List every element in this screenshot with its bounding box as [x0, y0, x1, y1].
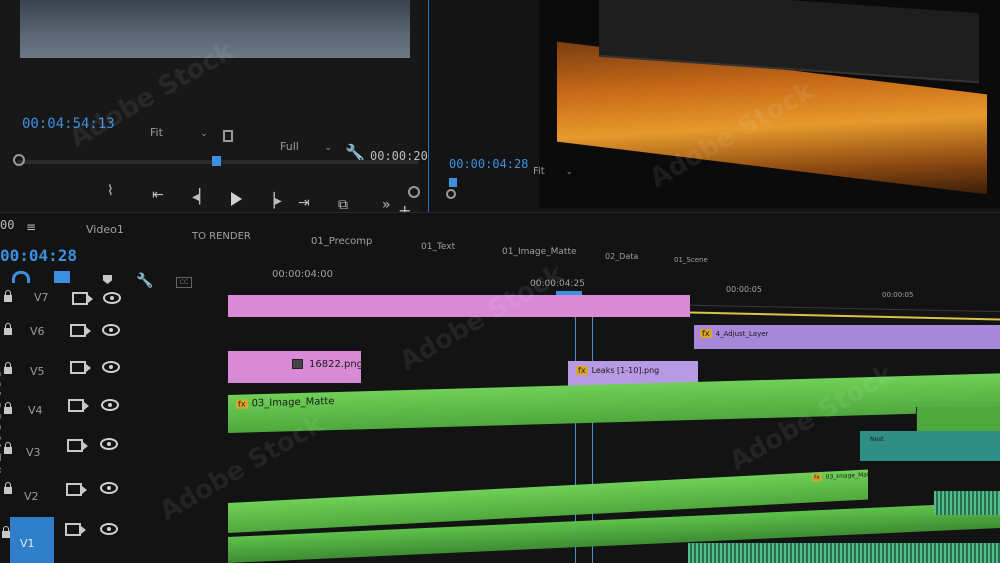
source-resolution-dropdown[interactable]: Full ⌄ [280, 140, 352, 153]
clip-png-label: 16822.png [309, 359, 364, 370]
watermark-id: #147958468 [0, 368, 5, 476]
timeline-panel: 00 ≡ 00:04:28 Video1 TO RENDER 01_Precom… [0, 212, 1000, 563]
audio-waveform [688, 543, 1000, 563]
source-monitor: 00:04:54:13 Fit ⌄ Full ⌄ 🔧 00:00:20 ⌇ ⇤ … [0, 0, 428, 219]
camera-icon[interactable] [70, 361, 91, 374]
frame-back-icon[interactable]: ◂▏ [192, 190, 210, 204]
lock-icon[interactable] [4, 290, 12, 302]
camera-icon[interactable] [72, 292, 93, 305]
track-label-v1: V1 [20, 537, 35, 550]
source-marker-icon[interactable] [223, 130, 233, 142]
mark-in-icon[interactable]: ⌇ [107, 184, 114, 198]
clip-v2-right[interactable] [934, 491, 1000, 515]
timeline-timecode[interactable]: 00:04:28 [0, 246, 77, 265]
camera-icon[interactable] [70, 324, 91, 337]
lock-icon[interactable] [4, 442, 12, 454]
camera-icon[interactable] [68, 399, 89, 412]
ruler-mark-1: 00:00:04:00 [272, 269, 334, 280]
ruler-mark-3: 00:00:05 [726, 285, 762, 294]
track-label-v5: V5 [30, 365, 45, 378]
clip-v3-nest[interactable]: Nest [860, 431, 1000, 461]
eye-icon[interactable] [102, 324, 120, 336]
clip-v5-png[interactable]: 16822.png [228, 351, 364, 383]
eye-icon[interactable] [102, 361, 120, 373]
track-label-v4: V4 [28, 404, 43, 417]
lock-icon[interactable] [4, 362, 12, 374]
source-scrub-end-handle[interactable] [408, 186, 420, 198]
add-marker-icon[interactable] [103, 275, 112, 284]
track-header-v7[interactable]: V7 [0, 285, 228, 315]
tab-01-image-matte[interactable]: 01_Image_Matte [502, 247, 577, 257]
clip-adjust-label: 4_Adjust_Layer [715, 330, 769, 338]
lock-icon[interactable] [4, 323, 12, 335]
eye-icon[interactable] [103, 292, 121, 304]
hamburger-menu-icon[interactable]: ≡ [26, 220, 36, 234]
play-icon[interactable] [231, 192, 242, 206]
track-label-v6: V6 [30, 325, 45, 338]
image-file-icon [292, 359, 303, 369]
step-forward-icon[interactable]: ⇥ [298, 196, 310, 210]
lock-icon[interactable] [4, 402, 12, 414]
tab-02-data[interactable]: 02_Data [605, 252, 638, 261]
eye-icon[interactable] [100, 438, 118, 450]
clip-v6-adjust[interactable]: fx 4_Adjust_Layer [694, 325, 1000, 349]
track-header-v5[interactable]: V5 [0, 355, 228, 389]
track-header-v3[interactable]: V3 [0, 433, 228, 471]
fx-badge-icon: fx [812, 473, 822, 482]
fx-badge-icon: fx [700, 329, 712, 338]
timeline-timecode-partial: 00 [0, 218, 15, 232]
fx-badge-icon: fx [236, 399, 248, 409]
camera-icon[interactable] [65, 523, 86, 536]
clips-area: fx 4_Adjust_Layer 16822.png fx Leaks [1-10… [228, 295, 1000, 563]
program-timecode[interactable]: 00:00:04:28 [449, 157, 528, 171]
linked-selection-icon[interactable] [54, 271, 70, 283]
track-header-v1[interactable]: V1 [0, 517, 228, 563]
chevron-down-icon: ⌄ [200, 129, 208, 139]
track-label-v3: V3 [26, 446, 41, 459]
program-fit-dropdown[interactable]: Fit ⌄ [533, 166, 573, 177]
tab-01-text[interactable]: 01_Text [421, 242, 455, 252]
fx-badge-icon: fx [576, 366, 588, 375]
more-icon[interactable]: » [382, 198, 391, 212]
clip-matte-label: 03_Image_Matte [251, 396, 335, 410]
source-playhead[interactable] [212, 156, 221, 166]
tab-to-render[interactable]: TO RENDER [192, 231, 251, 242]
source-scrub-start-handle[interactable] [13, 154, 25, 166]
clip-nest-label: Nest [870, 436, 884, 443]
lock-icon[interactable] [2, 526, 10, 538]
track-label-v7: V7 [34, 291, 49, 304]
eye-icon[interactable] [101, 399, 119, 411]
eye-icon[interactable] [100, 482, 118, 494]
tab-01-scene[interactable]: 01_Scene [674, 256, 708, 264]
clip-leaks-label: Leaks [1-10].png [591, 366, 660, 375]
track-header-v6[interactable]: V6 [0, 321, 228, 351]
insert-icon[interactable]: ⧉ [338, 198, 348, 212]
source-fit-dropdown[interactable]: Fit ⌄ [150, 126, 208, 139]
track-header-v4[interactable]: V4 [0, 393, 228, 429]
tab-video1[interactable]: Video1 [86, 223, 124, 236]
chevron-down-icon: ⌄ [324, 143, 332, 153]
chevron-down-icon: ⌄ [565, 167, 573, 176]
program-scrub-start-handle[interactable] [446, 189, 456, 199]
frame-forward-icon[interactable]: ▕▸ [264, 194, 282, 208]
program-playhead[interactable] [449, 178, 457, 187]
clip-v4-right[interactable] [916, 407, 1000, 431]
tab-01-precomp[interactable]: 01_Precomp [311, 236, 372, 247]
camera-icon[interactable] [66, 483, 87, 496]
clip-small-matte-label: 03_Image_Matte [825, 471, 876, 481]
eye-icon[interactable] [100, 523, 118, 535]
lock-icon[interactable] [4, 482, 12, 494]
camera-icon[interactable] [67, 439, 88, 452]
track-label-v2: V2 [24, 490, 39, 503]
step-back-icon[interactable]: ⇤ [152, 188, 164, 202]
magnet-icon[interactable] [12, 271, 30, 283]
